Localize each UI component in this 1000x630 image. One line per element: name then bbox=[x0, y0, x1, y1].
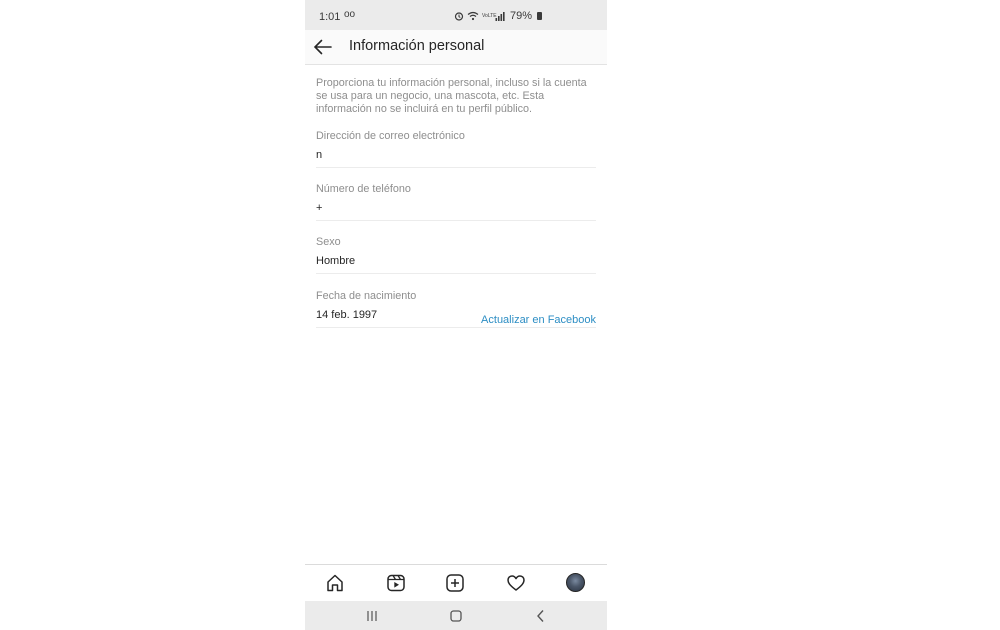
phone-value[interactable]: + bbox=[316, 202, 596, 216]
back-arrow-icon[interactable] bbox=[313, 37, 333, 57]
recents-icon[interactable] bbox=[365, 609, 379, 623]
system-navigation-bar bbox=[305, 601, 607, 630]
status-bar: 1:01 oo VoLTE 79% bbox=[305, 0, 607, 30]
battery-icon bbox=[537, 12, 543, 20]
gender-value[interactable]: Hombre bbox=[316, 255, 596, 269]
bottom-nav bbox=[305, 564, 607, 601]
email-value[interactable]: n bbox=[316, 149, 596, 163]
reels-icon[interactable] bbox=[386, 573, 406, 593]
birthday-underline bbox=[316, 327, 596, 328]
status-time: 1:01 bbox=[319, 11, 341, 23]
update-on-facebook-link[interactable]: Actualizar en Facebook bbox=[481, 314, 596, 326]
alarm-icon bbox=[454, 12, 464, 21]
wifi-icon bbox=[467, 11, 479, 21]
voicemail-icon: oo bbox=[344, 9, 356, 20]
signal-icon bbox=[495, 12, 505, 21]
volte-label: VoLTE bbox=[482, 12, 497, 19]
birthday-label: Fecha de nacimiento bbox=[316, 290, 417, 302]
status-icons: VoLTE 79% bbox=[454, 10, 543, 22]
battery-percent: 79% bbox=[510, 10, 533, 22]
phone-underline bbox=[316, 220, 596, 221]
email-underline bbox=[316, 167, 596, 168]
new-post-icon[interactable] bbox=[445, 573, 465, 593]
home-icon[interactable] bbox=[325, 573, 345, 593]
birthday-field: Fecha de nacimiento 14 feb. 1997 Actuali… bbox=[316, 290, 596, 328]
page-header: Información personal bbox=[305, 30, 607, 65]
home-button-icon[interactable] bbox=[449, 609, 463, 623]
gender-label: Sexo bbox=[316, 236, 341, 248]
back-button-icon[interactable] bbox=[534, 609, 548, 623]
gender-field[interactable]: Sexo Hombre bbox=[316, 236, 596, 274]
intro-text: Proporciona tu información personal, inc… bbox=[316, 77, 587, 115]
activity-heart-icon[interactable] bbox=[506, 573, 526, 593]
phone-screen: 1:01 oo VoLTE 79% Información personal P… bbox=[305, 0, 607, 630]
email-label: Dirección de correo electrónico bbox=[316, 130, 465, 142]
gender-underline bbox=[316, 273, 596, 274]
page-title: Información personal bbox=[349, 38, 485, 54]
phone-label: Número de teléfono bbox=[316, 183, 411, 195]
email-field[interactable]: Dirección de correo electrónico n bbox=[316, 130, 596, 168]
phone-field[interactable]: Número de teléfono + bbox=[316, 183, 596, 221]
profile-avatar[interactable] bbox=[566, 573, 585, 592]
